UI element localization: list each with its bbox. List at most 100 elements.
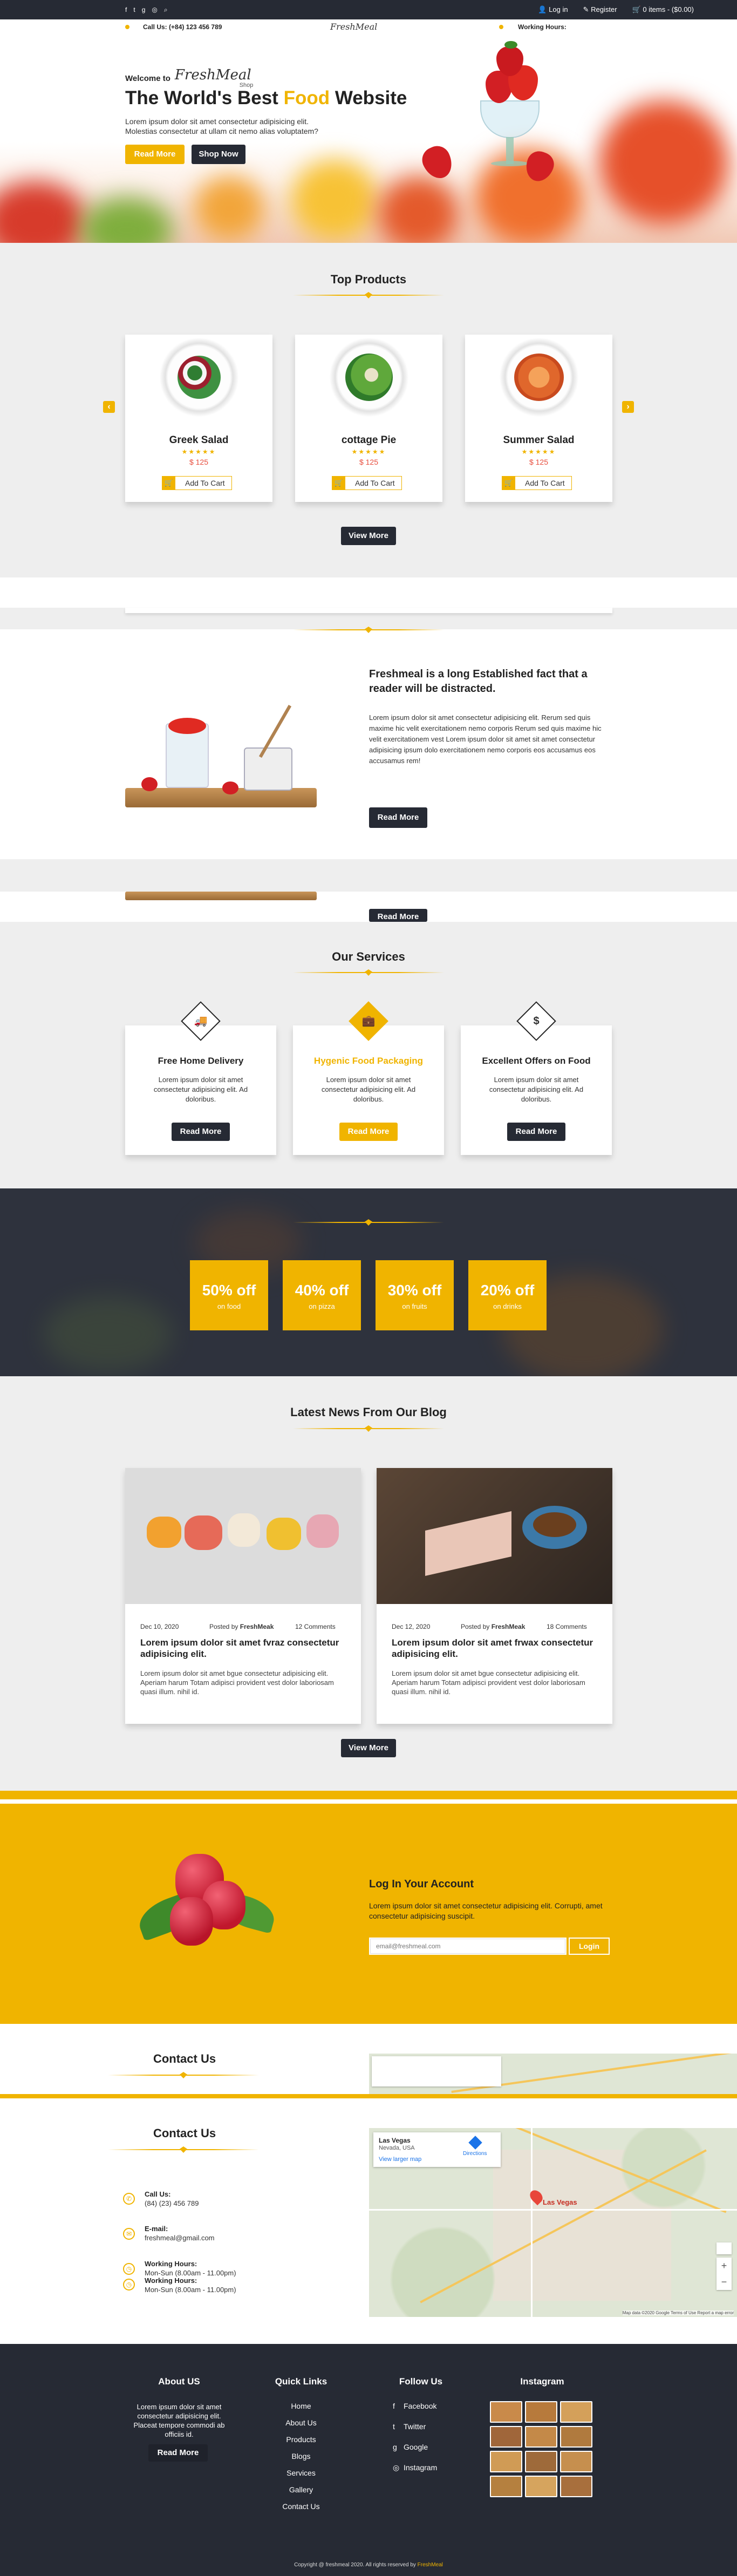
contact-divider [108, 2146, 259, 2153]
footer-link-services[interactable]: Services [247, 2469, 355, 2477]
cart-icon: 🛒 [502, 477, 515, 490]
instagram-thumb[interactable] [490, 2426, 522, 2448]
offer-percent: 50% off [202, 1282, 256, 1299]
instagram-thumb[interactable] [525, 2476, 557, 2497]
map-zoom-controls[interactable]: + − [716, 2258, 732, 2290]
ghost-cards-edge [125, 608, 612, 613]
header-logo[interactable]: FreshMeal [330, 22, 377, 32]
blog-card[interactable]: Dec 10, 2020 Posted by FreshMeak 12 Comm… [125, 1468, 361, 1724]
product-card[interactable]: Summer Salad ★★★★★ $ 125 🛒 Add To Cart [465, 335, 612, 502]
map[interactable]: Las Vegas Las Vegas Nevada, USA View lar… [369, 2128, 737, 2317]
blog-author-name[interactable]: FreshMeak [492, 1623, 526, 1630]
about-read-more-button[interactable]: Read More [369, 807, 427, 828]
envelope-icon: ✉ [123, 2228, 135, 2240]
carousel-next-button[interactable]: › [622, 401, 634, 413]
blog-post-title[interactable]: Lorem ipsum dolor sit amet fvraz consect… [140, 1637, 345, 1660]
blog-comments[interactable]: 12 Comments [295, 1623, 336, 1630]
instagram-thumb[interactable] [525, 2426, 557, 2448]
footer-link-products[interactable]: Products [247, 2435, 355, 2444]
add-to-cart-button[interactable]: 🛒 Add To Cart [162, 476, 232, 490]
service-title: Excellent Offers on Food [482, 1056, 591, 1066]
jar [244, 747, 292, 791]
carousel-prev-button[interactable]: ‹ [103, 401, 115, 413]
service-read-more-button[interactable]: Read More [507, 1123, 565, 1141]
hero-read-more-button[interactable]: Read More [125, 145, 185, 164]
map-directions-link[interactable]: Directions [463, 2151, 487, 2157]
macaron [147, 1517, 181, 1548]
register-link[interactable]: ✎ Register [583, 5, 617, 14]
raspberry [170, 1897, 213, 1946]
twitter-icon[interactable]: t [133, 6, 135, 14]
instagram-thumb[interactable] [525, 2401, 557, 2423]
footer-link-contact[interactable]: Contact Us [247, 2502, 355, 2511]
zoom-out-icon[interactable]: − [716, 2274, 732, 2290]
social-icons: f t g ◎ ⌕ [125, 6, 168, 14]
directions-icon[interactable] [468, 2136, 482, 2150]
zoom-in-icon[interactable]: + [716, 2258, 732, 2274]
product-card[interactable]: cottage Pie ★★★★★ $ 125 🛒 Add To Cart [295, 335, 442, 502]
map-attribution: Map data ©2020 Google Terms of Use Repor… [622, 2310, 734, 2315]
contact-hours-value-2: Mon-Sun (8.00am - 11.00pm) [145, 2286, 236, 2294]
instagram-thumb[interactable] [560, 2426, 592, 2448]
footer-google-link[interactable]: g Google [393, 2443, 428, 2451]
footer-facebook-link[interactable]: f Facebook [393, 2402, 436, 2410]
instagram-thumb[interactable] [560, 2401, 592, 2423]
blog-card[interactable]: Dec 12, 2020 Posted by FreshMeak 18 Comm… [377, 1468, 612, 1724]
hero-title-food: Food [283, 87, 330, 108]
blog-comments[interactable]: 18 Comments [547, 1623, 587, 1630]
search-icon[interactable]: ⌕ [164, 6, 168, 14]
email-input[interactable] [370, 1939, 565, 1954]
service-read-more-button[interactable]: Read More [172, 1123, 230, 1141]
facebook-icon[interactable]: f [125, 6, 127, 14]
google-icon[interactable]: g [142, 6, 146, 14]
login-link[interactable]: 👤 Log in [538, 5, 568, 14]
products-view-more-button[interactable]: View More [341, 527, 396, 545]
instagram-thumb[interactable] [525, 2451, 557, 2472]
footer-read-more-button[interactable]: Read More [148, 2444, 208, 2462]
footer-instagram-link[interactable]: ◎ Instagram [393, 2463, 437, 2472]
footer-about-title: About US [158, 2376, 200, 2387]
login-button[interactable]: Login [569, 1938, 610, 1955]
add-to-cart-button[interactable]: 🛒 Add To Cart [332, 476, 402, 490]
instagram-thumb[interactable] [490, 2476, 522, 2497]
contact-email-value[interactable]: freshmeal@gmail.com [145, 2234, 215, 2242]
map-pegman-icon[interactable] [716, 2242, 732, 2254]
offer-card[interactable]: 30% off on fruits [376, 1260, 454, 1330]
instagram-thumb[interactable] [560, 2451, 592, 2472]
instagram-icon[interactable]: ◎ [152, 6, 157, 14]
map-city-label: Las Vegas [543, 2198, 577, 2206]
offer-card[interactable]: 40% off on pizza [283, 1260, 361, 1330]
instagram-thumb[interactable] [490, 2401, 522, 2423]
blog-posted-by: Posted by [461, 1623, 492, 1630]
footer-twitter-link[interactable]: t Twitter [393, 2422, 426, 2431]
map-view-larger-link[interactable]: View larger map [379, 2156, 421, 2163]
add-to-cart-button[interactable]: 🛒 Add To Cart [502, 476, 572, 490]
instagram-thumb[interactable] [490, 2451, 522, 2472]
footer-link-home[interactable]: Home [247, 2402, 355, 2410]
footer-link-blogs[interactable]: Blogs [247, 2452, 355, 2461]
contact-call-value[interactable]: (84) (23) 456 789 [145, 2199, 199, 2207]
blog-post-title[interactable]: Lorem ipsum dolor sit amet frwax consect… [392, 1637, 597, 1660]
map-road [531, 2128, 533, 2317]
twitter-icon: t [393, 2422, 395, 2431]
header-call: Call Us: (+84) 123 456 789 [143, 23, 222, 31]
service-read-more-button[interactable]: Read More [339, 1123, 398, 1141]
offer-card[interactable]: 20% off on drinks [468, 1260, 547, 1330]
blog-view-more-button[interactable]: View More [341, 1739, 396, 1757]
email-field[interactable] [369, 1938, 567, 1955]
top-products-divider [293, 291, 444, 299]
offers-bg-food-3 [43, 1296, 173, 1372]
hero-shop-now-button[interactable]: Shop Now [192, 145, 245, 164]
strawberry-5 [522, 148, 557, 185]
blog-author-name[interactable]: FreshMeak [240, 1623, 274, 1630]
cart-link[interactable]: 🛒 0 items - ($0.00) [632, 5, 694, 14]
offer-card[interactable]: 50% off on food [190, 1260, 268, 1330]
footer-link-gallery[interactable]: Gallery [247, 2485, 355, 2494]
hero-title-part2: Website [330, 87, 407, 108]
blog-post-body: Lorem ipsum dolor sit amet bgue consecte… [140, 1669, 334, 1696]
footer-link-about[interactable]: About Us [247, 2418, 355, 2427]
raspberries-image [134, 1848, 278, 1956]
instagram-thumb[interactable] [560, 2476, 592, 2497]
copyright-brand[interactable]: FreshMeal [418, 2562, 443, 2568]
product-card[interactable]: Greek Salad ★★★★★ $ 125 🛒 Add To Cart [125, 335, 272, 502]
